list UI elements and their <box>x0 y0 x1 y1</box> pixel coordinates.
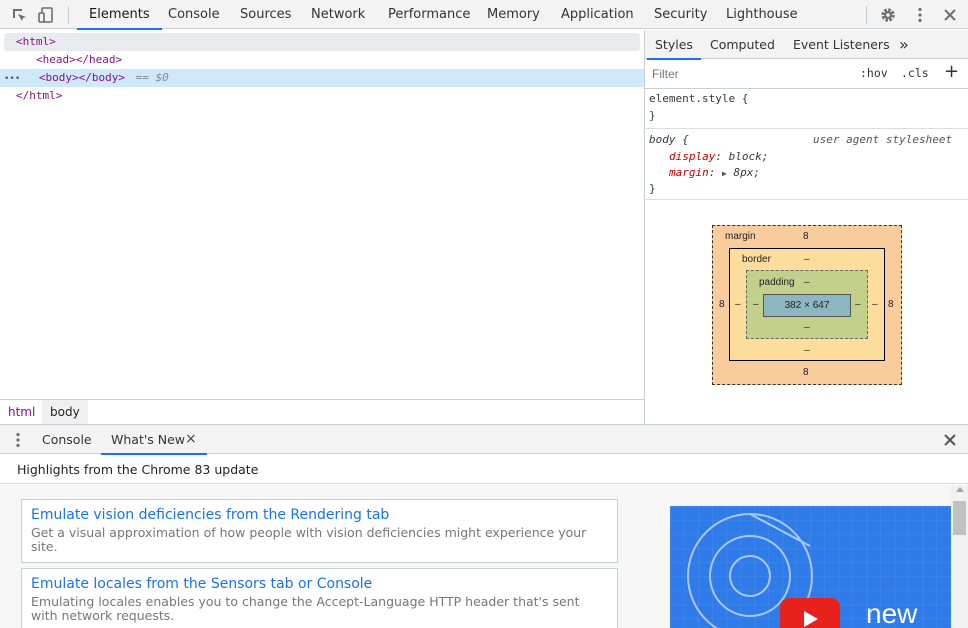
tab-network[interactable]: Network <box>311 0 365 29</box>
drawer-tab-console[interactable]: Console <box>42 425 92 454</box>
border-left-value[interactable]: – <box>735 299 741 310</box>
feature-card[interactable]: Emulate locales from the Sensors tab or … <box>21 568 618 628</box>
highlights-heading: Highlights from the Chrome 83 update <box>0 455 968 484</box>
tab-lighthouse[interactable]: Lighthouse <box>726 0 798 29</box>
breadcrumb-html[interactable]: html <box>0 400 43 424</box>
feature-link[interactable]: Emulate vision deficiencies from the Ren… <box>31 506 608 524</box>
ua-stylesheet-label: user agent stylesheet <box>813 133 953 146</box>
box-model-content[interactable]: 382 × 647 <box>763 294 851 317</box>
close-drawer-icon[interactable] <box>942 432 958 448</box>
css-property: margin <box>669 166 709 179</box>
tab-styles[interactable]: Styles <box>647 30 701 60</box>
html-close-tag: </html> <box>16 89 63 102</box>
tab-console[interactable]: Console <box>168 0 220 29</box>
css-declaration-margin[interactable]: margin: ▶ 8px; <box>669 165 760 182</box>
dom-node-head[interactable]: <head></head> <box>0 51 122 69</box>
margin-label: margin <box>725 231 756 242</box>
feature-card[interactable]: Emulate vision deficiencies from the Ren… <box>21 499 618 563</box>
padding-label: padding <box>759 277 795 288</box>
cls-toggle[interactable]: .cls <box>901 66 929 80</box>
padding-right-value[interactable]: – <box>855 299 861 310</box>
border-label: border <box>742 254 771 265</box>
dom-node-body[interactable]: ••• <body></body> == $0 <box>0 69 644 87</box>
tab-computed[interactable]: Computed <box>710 30 775 59</box>
drawer-tabbar: Console What's New × <box>0 424 968 455</box>
toolbar-divider <box>68 6 69 24</box>
scroll-up-arrow-icon[interactable] <box>956 487 964 492</box>
content-size: 382 × 647 <box>784 300 830 311</box>
more-icon[interactable] <box>911 6 929 24</box>
tab-security[interactable]: Security <box>654 0 707 29</box>
filter-input[interactable] <box>649 63 845 85</box>
border-bottom-value[interactable]: – <box>804 345 810 356</box>
body-rule-section: body { user agent stylesheet display: bl… <box>645 129 968 200</box>
css-property: display <box>669 150 716 163</box>
html-open-tag: <html> <box>16 35 56 48</box>
toolbar-divider <box>866 6 867 24</box>
expand-triangle-icon[interactable]: ▶ <box>722 169 727 178</box>
inspect-icon[interactable] <box>10 6 28 24</box>
breadcrumb-body[interactable]: body <box>42 400 88 424</box>
border-right-value[interactable]: – <box>872 299 878 310</box>
breadcrumb: html body <box>0 399 644 424</box>
box-model: margin 8 8 8 8 border – – – – padding – … <box>712 225 902 385</box>
tab-elements[interactable]: Elements <box>77 0 162 30</box>
element-style-section: element.style { } <box>645 89 968 129</box>
css-value: block; <box>728 150 769 163</box>
scrollbar-thumb[interactable] <box>953 501 966 535</box>
dom-tree: <html> <head></head> ••• <body></body> =… <box>0 30 644 399</box>
css-declaration-display[interactable]: display: block; <box>669 149 768 165</box>
settings-icon[interactable] <box>879 6 897 24</box>
box-model-border: border – – – – padding – – – – 382 × 647 <box>729 248 885 361</box>
feature-description: Get a visual approximation of how people… <box>31 525 587 554</box>
tab-sources[interactable]: Sources <box>240 0 291 29</box>
element-style-close: } <box>649 109 656 122</box>
more-tabs-icon[interactable]: » <box>899 30 909 59</box>
tab-application[interactable]: Application <box>561 0 634 29</box>
dom-node-html[interactable]: <html> <box>4 33 640 51</box>
whats-new-content: Emulate vision deficiencies from the Ren… <box>0 485 968 628</box>
margin-left-value[interactable]: 8 <box>719 299 725 310</box>
close-icon[interactable] <box>941 6 959 24</box>
tab-event-listeners[interactable]: Event Listeners <box>793 30 890 59</box>
selected-node-marker: == $0 <box>135 71 169 84</box>
margin-right-value[interactable]: 8 <box>888 299 894 310</box>
tab-performance[interactable]: Performance <box>388 0 470 29</box>
devtools-toolbar: Elements Console Sources Network Perform… <box>0 0 968 30</box>
close-tab-icon[interactable]: × <box>185 431 197 447</box>
css-value: 8px; <box>733 166 760 179</box>
padding-bottom-value[interactable]: – <box>804 322 810 333</box>
body-rule-close: } <box>649 182 656 195</box>
margin-top-value[interactable]: 8 <box>803 231 809 242</box>
new-rule-icon[interactable]: + <box>944 61 959 82</box>
drawer-tab-whats-new[interactable]: What's New <box>100 425 208 455</box>
border-top-value[interactable]: – <box>804 254 810 265</box>
dom-node-html-close[interactable]: </html> <box>0 87 62 105</box>
feature-description: Emulating locales enables you to change … <box>31 594 580 623</box>
tab-memory[interactable]: Memory <box>487 0 540 29</box>
box-model-padding: padding – – – – 382 × 647 <box>746 270 868 339</box>
promo-video-thumbnail[interactable]: new <box>670 506 951 628</box>
hov-toggle[interactable]: :hov <box>860 66 888 80</box>
feature-link[interactable]: Emulate locales from the Sensors tab or … <box>31 575 608 593</box>
styles-filter-bar: :hov .cls + <box>645 59 968 89</box>
device-toggle-icon[interactable] <box>38 6 56 24</box>
body-rule-selector[interactable]: body { <box>649 132 689 148</box>
node-menu-icon[interactable]: ••• <box>4 74 20 84</box>
body-tag: <body></body> <box>38 71 125 84</box>
padding-left-value[interactable]: – <box>753 299 759 310</box>
element-style-selector[interactable]: element.style { <box>649 91 748 107</box>
drawer-menu-icon[interactable] <box>10 431 26 449</box>
head-tag: <head></head> <box>36 53 123 66</box>
play-button-icon[interactable] <box>780 598 840 628</box>
styles-tabbar: Styles Computed Event Listeners » <box>645 30 968 60</box>
margin-bottom-value[interactable]: 8 <box>803 367 809 378</box>
scrollbar[interactable] <box>951 485 968 628</box>
padding-top-value[interactable]: – <box>804 277 810 288</box>
promo-text: new <box>866 598 918 628</box>
